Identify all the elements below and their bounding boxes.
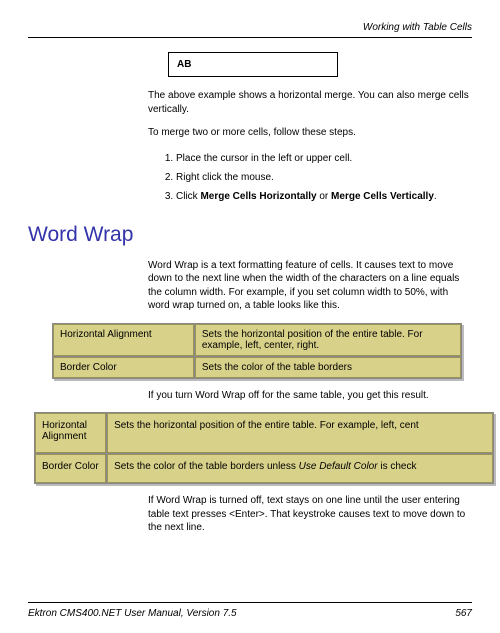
example-merged-cell: AB (168, 52, 338, 77)
cell-border-color-desc: Sets the color of the table borders unle… (107, 454, 493, 483)
table-row: Horizontal Alignment Sets the horizontal… (53, 324, 461, 356)
paragraph-merge-desc: The above example shows a horizontal mer… (148, 89, 472, 116)
cell-horiz-align-label: Horizontal Alignment (53, 324, 194, 356)
paragraph-ww-intro: Word Wrap is a text formatting feature o… (148, 259, 472, 313)
heading-word-wrap: Word Wrap (28, 223, 472, 247)
step-3-period: . (434, 191, 437, 202)
table-row: Border Color Sets the color of the table… (35, 454, 493, 483)
cell-horiz-align-desc: Sets the horizontal position of the enti… (195, 324, 461, 356)
cell-border-color-label: Border Color (35, 454, 106, 483)
footer-manual-title: Ektron CMS400.NET User Manual, Version 7… (28, 608, 237, 619)
paragraph-ww-outro: If Word Wrap is turned off, text stays o… (148, 494, 472, 535)
step-3-or: or (317, 191, 331, 202)
table-row: Border Color Sets the color of the table… (53, 357, 461, 378)
cell-text-italic: Use Default Color (299, 461, 378, 472)
step-3-bold-b: Merge Cells Vertically (331, 191, 434, 202)
footer: Ektron CMS400.NET User Manual, Version 7… (28, 608, 472, 619)
step-1: Place the cursor in the left or upper ce… (176, 150, 472, 167)
footer-rule (28, 602, 472, 603)
header-section-title: Working with Table Cells (28, 22, 472, 33)
cell-text-b: is check (378, 461, 417, 472)
cell-text-a: Sets the color of the table borders unle… (114, 461, 299, 472)
header-rule (28, 37, 472, 38)
step-3: Click Merge Cells Horizontally or Merge … (176, 188, 472, 205)
step-2: Right click the mouse. (176, 169, 472, 186)
footer-page-number: 567 (455, 608, 472, 619)
cell-horiz-align-label: Horizontal Alignment (35, 413, 106, 453)
steps-list: Place the cursor in the left or upper ce… (176, 150, 472, 205)
step-3-prefix: Click (176, 191, 200, 202)
table-wrap-off: Horizontal Alignment Sets the horizontal… (34, 412, 494, 484)
cell-horiz-align-desc: Sets the horizontal position of the enti… (107, 413, 493, 453)
paragraph-ww-mid: If you turn Word Wrap off for the same t… (148, 389, 472, 403)
cell-border-color-label: Border Color (53, 357, 194, 378)
table-wrap-on: Horizontal Alignment Sets the horizontal… (52, 323, 462, 379)
cell-border-color-desc: Sets the color of the table borders (195, 357, 461, 378)
table-row: Horizontal Alignment Sets the horizontal… (35, 413, 493, 453)
step-3-bold-a: Merge Cells Horizontally (200, 191, 316, 202)
paragraph-steps-intro: To merge two or more cells, follow these… (148, 126, 472, 140)
